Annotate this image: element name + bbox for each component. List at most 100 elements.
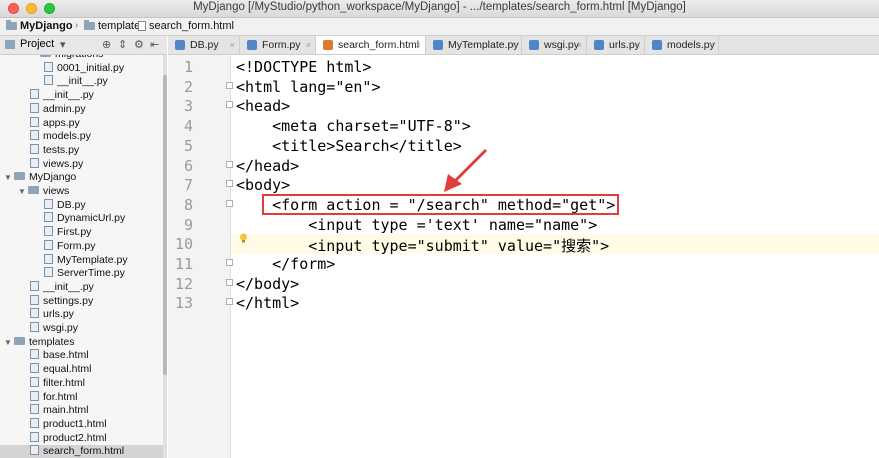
tree-item-label: ServerTime.py — [57, 267, 125, 280]
tree-file[interactable]: product2.html — [0, 431, 163, 445]
tree-file[interactable]: for.html — [0, 390, 163, 404]
tree-file[interactable]: MyTemplate.py — [0, 253, 163, 267]
tree-file[interactable]: tests.py — [0, 143, 163, 157]
expand-arrow-icon[interactable]: ▼ — [4, 336, 14, 349]
project-tree[interactable]: migrations0001_initial.py__init__.py__in… — [0, 55, 163, 458]
tree-file[interactable]: 0001_initial.py — [0, 61, 163, 75]
tree-file[interactable]: search_form.html — [0, 445, 163, 458]
fold-marker-icon[interactable] — [226, 81, 233, 89]
fold-marker-icon[interactable] — [226, 180, 233, 188]
tree-file[interactable]: filter.html — [0, 376, 163, 390]
tree-item-label: base.html — [43, 349, 89, 362]
file-icon — [44, 75, 53, 86]
close-tab-icon[interactable]: × — [230, 36, 235, 54]
expand-arrow-icon[interactable]: ▼ — [4, 171, 14, 184]
editor-tab[interactable]: wsgi.py × — [522, 36, 587, 54]
file-icon — [44, 226, 53, 237]
code-line[interactable]: <body> — [236, 176, 290, 194]
tree-folder[interactable]: ▼ templates — [0, 336, 163, 349]
tree-file[interactable]: equal.html — [0, 363, 163, 376]
editor-tab[interactable]: DB.py × — [168, 36, 240, 54]
line-number: 6 — [183, 156, 193, 175]
editor-tab-bar: DB.py × Form.py × search_form.html × MyTemplat… — [168, 36, 879, 55]
code-line[interactable]: <!DOCTYPE html> — [236, 58, 371, 76]
tree-file[interactable]: models.py — [0, 130, 163, 143]
file-icon — [30, 280, 39, 291]
tree-file[interactable]: __init__.py — [0, 280, 163, 294]
tree-file[interactable]: admin.py — [0, 102, 163, 116]
scroll-from-source-icon[interactable]: ⊕ — [102, 38, 111, 51]
fold-marker-icon[interactable] — [226, 160, 233, 168]
tree-file[interactable]: urls.py — [0, 308, 163, 321]
tree-file[interactable]: DynamicUrl.py — [0, 212, 163, 225]
tree-file[interactable]: __init__.py — [0, 89, 163, 102]
tree-file[interactable]: base.html — [0, 349, 163, 362]
editor-tab[interactable]: Form.py × — [240, 36, 316, 54]
code-line[interactable]: <title>Search</title> — [236, 137, 462, 155]
tree-file[interactable]: First.py — [0, 226, 163, 239]
fold-marker-icon[interactable] — [226, 278, 233, 286]
editor-tab[interactable]: MyTemplate.py × — [426, 36, 522, 54]
code-line[interactable]: </body> — [236, 275, 299, 293]
tree-folder[interactable]: ▼ views — [0, 185, 163, 198]
hide-panel-icon[interactable]: ⇤ — [150, 38, 159, 51]
code-line[interactable]: </form> — [236, 255, 335, 273]
file-icon — [30, 431, 39, 442]
expand-arrow-icon[interactable]: ▼ — [18, 185, 28, 198]
tree-file[interactable]: views.py — [0, 157, 163, 171]
line-number: 4 — [183, 117, 193, 136]
tree-file[interactable]: wsgi.py — [0, 322, 163, 335]
close-tab-icon[interactable]: × — [577, 36, 582, 54]
fold-marker-icon[interactable] — [226, 199, 233, 207]
close-tab-icon[interactable]: × — [306, 36, 311, 54]
code-line[interactable]: <input type ='text' name="name"> — [236, 216, 597, 234]
lightbulb-icon[interactable] — [239, 233, 248, 243]
line-number: 10 — [174, 235, 193, 254]
gear-icon[interactable]: ⚙ — [134, 38, 144, 51]
collapse-settings-icon[interactable]: ⇕ — [118, 38, 127, 51]
line-number: 3 — [183, 97, 193, 116]
project-tree-scrollbar[interactable] — [163, 55, 167, 458]
tree-file[interactable]: product1.html — [0, 417, 163, 431]
window-title-bar: MyDjango [/MyStudio/python_workspace/MyD… — [0, 0, 879, 18]
file-icon — [30, 157, 39, 168]
close-tab-icon[interactable]: × — [635, 36, 640, 54]
tree-folder[interactable]: migrations — [0, 55, 163, 61]
code-line[interactable]: <input type="submit" value="搜索"> — [236, 235, 609, 256]
breadcrumb-file[interactable]: search_form.html — [138, 20, 234, 32]
tree-file[interactable]: DB.py — [0, 198, 163, 212]
tree-item-label: views — [43, 185, 70, 197]
tree-item-label: Form.py — [57, 239, 96, 252]
editor-tab[interactable]: search_form.html × — [316, 36, 426, 54]
project-view-selector[interactable]: Project — [20, 38, 54, 50]
annotation-arrow-icon — [444, 148, 488, 192]
file-type-icon — [594, 40, 604, 50]
fold-marker-icon[interactable] — [226, 259, 233, 266]
code-line[interactable]: <html lang="en"> — [236, 78, 381, 96]
breadcrumb-project[interactable]: MyDjango — [6, 20, 73, 32]
tree-file[interactable]: main.html — [0, 404, 163, 417]
file-icon — [44, 212, 53, 223]
tree-file[interactable]: __init__.py — [0, 75, 163, 88]
code-line[interactable]: </head> — [236, 157, 299, 175]
code-line[interactable]: <head> — [236, 97, 290, 115]
tree-folder[interactable]: ▼ MyDjango — [0, 171, 163, 184]
breadcrumb-templates[interactable]: templates — [84, 20, 146, 32]
tree-file[interactable]: settings.py — [0, 294, 163, 308]
fold-marker-icon[interactable] — [226, 101, 233, 109]
code-line[interactable]: <meta charset="UTF-8"> — [236, 117, 471, 135]
close-tab-icon[interactable]: × — [512, 36, 517, 54]
tree-file[interactable]: Form.py — [0, 239, 163, 253]
tree-file[interactable]: ServerTime.py — [0, 267, 163, 280]
editor-tab[interactable]: models.py × — [645, 36, 719, 54]
close-tab-icon[interactable]: × — [416, 36, 421, 54]
line-number: 1 — [183, 58, 193, 76]
file-icon — [30, 89, 39, 100]
editor-tab[interactable]: urls.py × — [587, 36, 645, 54]
fold-marker-icon[interactable] — [226, 298, 233, 306]
tree-file[interactable]: apps.py — [0, 116, 163, 130]
dropdown-arrow-icon[interactable]: ▾ — [60, 38, 66, 51]
code-line[interactable]: </html> — [236, 294, 299, 312]
close-tab-icon[interactable]: × — [709, 36, 714, 54]
line-number: 12 — [174, 274, 193, 293]
